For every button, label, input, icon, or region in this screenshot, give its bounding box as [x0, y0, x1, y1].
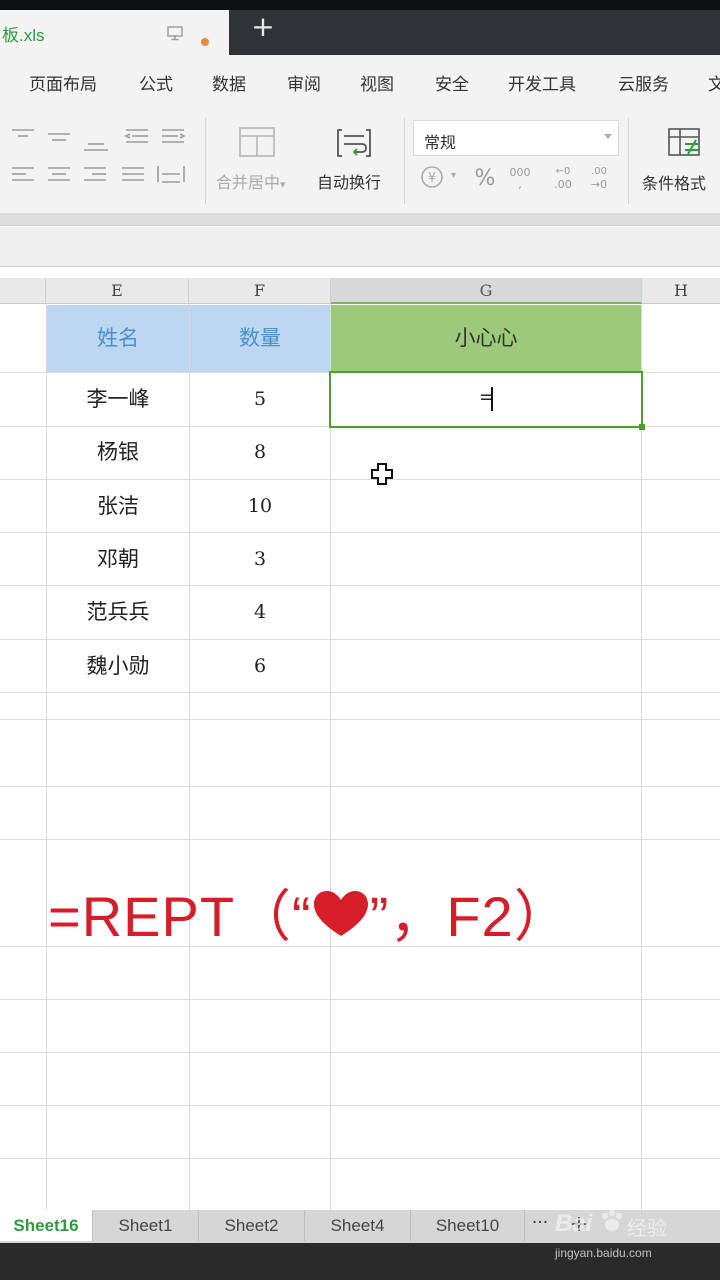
column-header-e[interactable]: E — [46, 278, 189, 304]
grid-line — [0, 786, 720, 787]
sheet-tab-sheet2[interactable]: Sheet2 — [199, 1210, 305, 1241]
conditional-format-icon[interactable] — [667, 126, 705, 160]
grid-line — [0, 999, 720, 1000]
number-format-select[interactable]: 常规 — [413, 120, 619, 156]
table-cell-name[interactable]: 张洁 — [47, 480, 189, 533]
column-header-d[interactable] — [0, 278, 46, 304]
thousands-separator-icon[interactable]: 000 , — [506, 162, 534, 192]
increase-decimal-icon[interactable]: ←0 .00 — [548, 162, 578, 192]
table-cell-name[interactable]: 杨银 — [47, 426, 189, 479]
document-tab-name: 板.xls — [2, 26, 45, 45]
sheet-tab-sheet10[interactable]: Sheet10 — [411, 1210, 525, 1241]
column-header-g[interactable]: G — [331, 278, 642, 304]
menu-review[interactable]: 审阅 — [287, 70, 321, 95]
cell-cursor-icon — [371, 463, 393, 485]
grid-line — [641, 304, 642, 1210]
currency-icon[interactable]: ¥ — [418, 162, 464, 192]
grid-top-gap — [0, 268, 720, 278]
number-format-value: 常规 — [424, 133, 457, 152]
ribbon-bottom-edge — [0, 213, 720, 226]
header-cell-name[interactable]: 姓名 — [47, 305, 189, 372]
column-header-h[interactable]: H — [642, 278, 720, 304]
grid-line — [0, 719, 720, 720]
menu-page-layout[interactable]: 页面布局 — [29, 70, 97, 95]
table-cell-name[interactable]: 魏小勋 — [47, 640, 189, 693]
svg-text:%: % — [475, 166, 496, 190]
heart-icon — [313, 891, 368, 936]
ribbon-separator — [205, 118, 206, 204]
table-cell-name[interactable]: 邓朝 — [47, 533, 189, 586]
menu-cloud[interactable]: 云服务 — [618, 70, 669, 95]
conditional-format-label[interactable]: 条件格式 — [642, 170, 706, 194]
menu-formulas[interactable]: 公式 — [139, 70, 173, 95]
wrap-text-label[interactable]: 自动换行 — [317, 169, 381, 193]
header-cell-result[interactable]: 小心心 — [331, 305, 641, 372]
chevron-down-icon — [604, 134, 612, 139]
table-cell-quantity[interactable]: 3 — [190, 533, 330, 586]
currency-caret: ▾ — [451, 170, 457, 181]
svg-text:,: , — [518, 178, 522, 191]
svg-text:.00: .00 — [554, 178, 572, 191]
baidu-watermark: Bai 经验 jingyan.baidu.com — [555, 1196, 720, 1266]
menu-bar: 页面布局 公式 数据 审阅 视图 安全 开发工具 云服务 文 — [0, 55, 720, 110]
watermark-url: jingyan.baidu.com — [555, 1246, 652, 1260]
new-tab-button[interactable]: + — [250, 13, 276, 41]
menu-more[interactable]: 文 — [708, 70, 720, 95]
sheet-tab-sheet4[interactable]: Sheet4 — [305, 1210, 411, 1241]
merge-center-label[interactable]: 合并居中▾ — [216, 169, 286, 193]
grid-line — [0, 1158, 720, 1159]
grid-line — [330, 304, 331, 1210]
more-sheets-button[interactable]: ··· — [527, 1210, 553, 1241]
active-cell-g2[interactable]: = — [329, 371, 645, 430]
fill-handle[interactable] — [639, 424, 645, 430]
table-cell-name[interactable]: 李一峰 — [47, 373, 189, 426]
header-cell-quantity[interactable]: 数量 — [190, 305, 330, 372]
wrap-text-icon[interactable] — [334, 126, 374, 160]
document-tab[interactable]: 板.xls — [0, 10, 229, 55]
svg-text:¥: ¥ — [428, 171, 436, 186]
grid-line — [0, 839, 720, 840]
formula-suffix: ”，F2） — [369, 885, 571, 948]
formula-bar[interactable] — [0, 227, 720, 267]
svg-text:←0: ←0 — [556, 166, 571, 177]
watermark-brand-2: 经验 — [627, 1218, 667, 1240]
decrease-decimal-icon[interactable]: .00 →0 — [584, 162, 614, 192]
menu-data[interactable]: 数据 — [212, 70, 246, 95]
svg-text:.00: .00 — [591, 166, 607, 177]
table-cell-quantity[interactable]: 8 — [190, 426, 330, 479]
formula-overlay: =REPT（“ ”，F2） — [48, 872, 571, 953]
watermark-brand: Bai — [555, 1210, 593, 1237]
table-cell-quantity[interactable]: 6 — [190, 640, 330, 693]
sheet-tab-sheet1[interactable]: Sheet1 — [93, 1210, 199, 1241]
percent-icon[interactable]: % — [472, 164, 498, 190]
sheet-tab-sheet16[interactable]: Sheet16 — [0, 1210, 93, 1241]
formula-prefix: =REPT（“ — [48, 885, 312, 948]
table-cell-quantity[interactable]: 10 — [190, 480, 330, 533]
merge-center-icon[interactable] — [238, 126, 276, 158]
table-cell-quantity[interactable]: 4 — [190, 586, 330, 639]
ribbon-separator — [404, 118, 405, 204]
column-header-f[interactable]: F — [189, 278, 331, 304]
unsaved-dot-icon — [201, 38, 209, 46]
alignment-icons[interactable] — [8, 124, 198, 194]
table-cell-quantity[interactable]: 5 — [190, 373, 330, 426]
ribbon-separator — [628, 118, 629, 204]
text-caret — [491, 387, 493, 411]
menu-view[interactable]: 视图 — [360, 70, 394, 95]
svg-text:→0: →0 — [591, 178, 607, 191]
paw-icon — [602, 1210, 622, 1231]
table-cell-name[interactable]: 范兵兵 — [47, 586, 189, 639]
grid-line — [0, 1105, 720, 1106]
menu-security[interactable]: 安全 — [435, 70, 469, 95]
grid-line — [0, 1052, 720, 1053]
menu-developer[interactable]: 开发工具 — [508, 70, 576, 95]
monitor-icon[interactable] — [166, 24, 184, 42]
